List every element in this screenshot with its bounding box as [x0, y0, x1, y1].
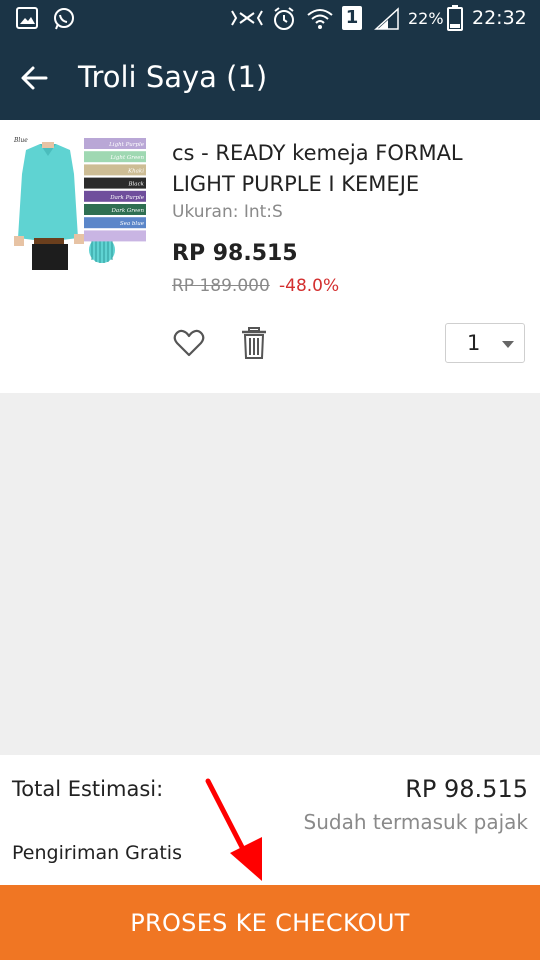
quantity-select[interactable]: 1 — [445, 323, 525, 363]
quantity-value: 1 — [467, 331, 481, 355]
original-price: RP 189.000 — [172, 276, 270, 296]
total-label: Total Estimasi: — [12, 777, 164, 801]
swatch-label: Light Green — [109, 155, 144, 161]
sim-icon: 1 — [342, 6, 362, 30]
thumbnail-label: Blue — [13, 137, 28, 144]
tax-note: Sudah termasuk pajak — [303, 810, 529, 834]
sim-slot-number: 1 — [345, 7, 359, 28]
shipping-label: Pengiriman Gratis — [12, 842, 182, 864]
app-bar: Troli Saya (1) — [0, 36, 540, 120]
heart-icon — [173, 329, 205, 357]
chevron-down-icon — [502, 341, 514, 348]
back-button[interactable] — [16, 60, 52, 96]
annotation-arrow-icon — [205, 778, 262, 881]
product-price: RP 98.515 — [172, 241, 298, 266]
mute-icon — [231, 10, 263, 26]
alarm-icon — [274, 7, 294, 30]
battery-percent: 22% — [408, 9, 444, 28]
trash-icon — [242, 327, 266, 359]
delete-button[interactable] — [239, 326, 269, 360]
product-variant: Ukuran: Int:S — [172, 202, 283, 222]
whatsapp-icon — [54, 8, 74, 30]
checkout-button[interactable]: PROSES KE CHECKOUT — [0, 885, 540, 960]
wishlist-button[interactable] — [172, 326, 206, 360]
swatch-label: Dark Green — [111, 208, 145, 214]
wifi-icon — [307, 9, 333, 29]
total-value: RP 98.515 — [405, 775, 528, 803]
discount-badge: -48.0% — [279, 276, 340, 296]
swatch-label: Light Purple — [108, 142, 145, 148]
swatch-label: Dark Purple — [109, 195, 145, 201]
swatch-label: Black — [128, 182, 145, 188]
battery-icon — [447, 5, 463, 31]
signal-icon — [374, 7, 399, 30]
color-swatch — [84, 230, 146, 242]
product-image: Blue Light Purple Light Green Khaki Black Da… — [12, 134, 148, 270]
page-title: Troli Saya (1) — [78, 60, 268, 94]
arrow-left-icon — [21, 66, 48, 90]
checkout-label: PROSES KE CHECKOUT — [130, 908, 410, 937]
clock: 22:32 — [472, 7, 527, 29]
cart-item: Blue Light Purple Light Green Khaki Black Da… — [0, 120, 540, 393]
swatch-label: Khaki — [127, 168, 144, 174]
status-bar: 1 22% 22:32 — [0, 0, 540, 36]
product-thumbnail[interactable]: Blue Light Purple Light Green Khaki Black Da… — [12, 134, 148, 270]
swatch-label: Sea blue — [120, 221, 145, 227]
gallery-icon — [16, 7, 38, 29]
product-name[interactable]: cs - READY kemeja FORMAL LIGHT PURPLE I … — [172, 138, 522, 200]
